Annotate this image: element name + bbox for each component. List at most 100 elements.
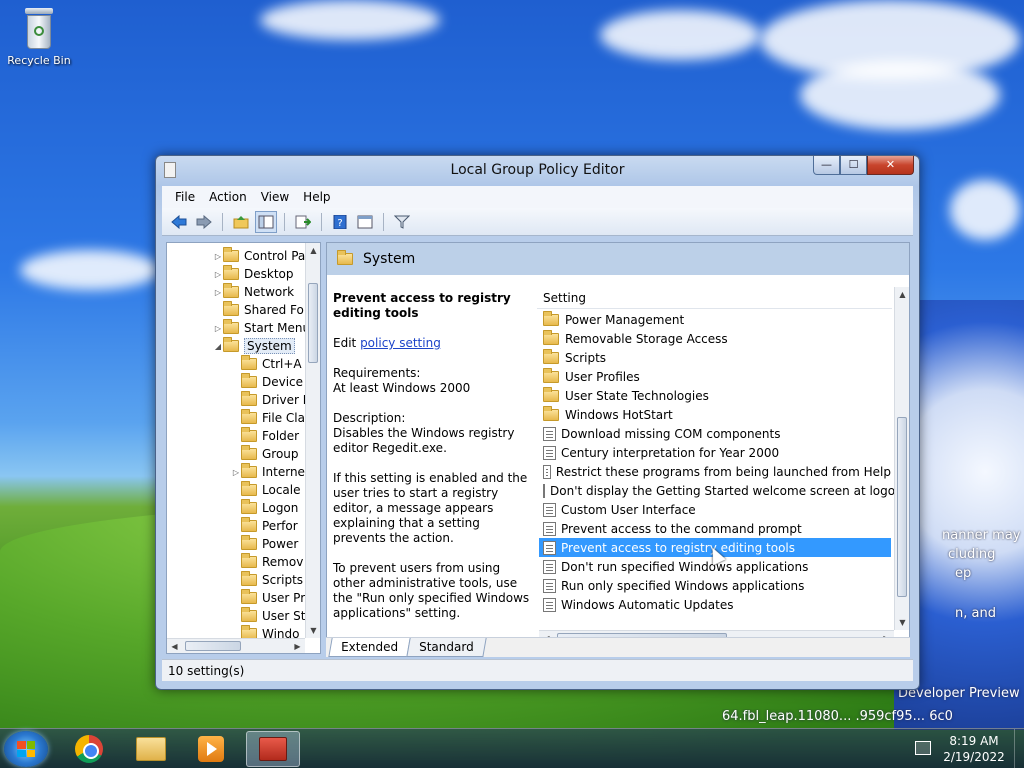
tree-item[interactable]: File Cla: [231, 409, 305, 427]
show-desktop-button[interactable]: [1014, 729, 1024, 768]
menu-help[interactable]: Help: [296, 190, 337, 204]
network-tray-icon[interactable]: [915, 741, 931, 755]
menu-view[interactable]: View: [254, 190, 296, 204]
start-button[interactable]: [4, 731, 48, 767]
policy-description: Prevent access to registry editing tools…: [333, 291, 533, 636]
tree-item[interactable]: Scripts: [231, 571, 303, 589]
tree-item[interactable]: Device: [231, 373, 303, 391]
tree-item[interactable]: Group: [231, 445, 299, 463]
list-item[interactable]: Scripts: [539, 348, 891, 367]
tree-scroll-thumb[interactable]: [308, 283, 318, 363]
tree-item-label: Interne: [262, 465, 305, 479]
tab-standard[interactable]: Standard: [406, 638, 487, 657]
filter-icon[interactable]: [391, 211, 413, 233]
tree-item[interactable]: Shared Fol: [213, 301, 307, 319]
tree-item[interactable]: Logon: [231, 499, 298, 517]
tree-expander-icon[interactable]: ◢: [213, 342, 223, 351]
menu-file[interactable]: File: [168, 190, 202, 204]
taskbar-media-player[interactable]: [184, 731, 238, 767]
close-button[interactable]: ✕: [867, 156, 914, 175]
tree-vertical-scrollbar[interactable]: ▲ ▼: [305, 243, 320, 638]
tree-expander-icon[interactable]: ▷: [213, 288, 223, 297]
export-list-icon[interactable]: [292, 211, 314, 233]
policy-setting-link[interactable]: policy setting: [360, 336, 441, 350]
list-item[interactable]: Restrict these programs from being launc…: [539, 462, 891, 481]
list-scroll-thumb[interactable]: [897, 417, 907, 597]
tree-item-label: Group: [262, 447, 299, 461]
taskbar-explorer[interactable]: [124, 731, 178, 767]
tree-expander-icon[interactable]: ▷: [213, 324, 223, 333]
list-item-label: Prevent access to the command prompt: [561, 521, 802, 536]
help-icon[interactable]: ?: [329, 211, 351, 233]
maximize-button[interactable]: ☐: [840, 156, 867, 175]
list-item[interactable]: Power Management: [539, 310, 891, 329]
back-arrow-icon[interactable]: [168, 211, 190, 233]
navigation-tree[interactable]: ▷ Control Pa ▷ Desktop ▷ Network Shared Fol ▷ St…: [166, 242, 321, 654]
menu-action[interactable]: Action: [202, 190, 254, 204]
up-folder-icon[interactable]: [230, 211, 252, 233]
tree-item[interactable]: ▷ Control Pa: [213, 247, 305, 265]
tree-item[interactable]: ▷ Network: [213, 283, 294, 301]
list-vertical-scrollbar[interactable]: ▲ ▼: [894, 287, 909, 630]
tree-hscroll-thumb[interactable]: [185, 641, 241, 651]
scroll-down-arrow-icon[interactable]: ▼: [306, 623, 320, 638]
tree-item[interactable]: Power: [231, 535, 298, 553]
tree-item[interactable]: ▷ Start Menu: [213, 319, 310, 337]
list-item[interactable]: Century interpretation for Year 2000: [539, 443, 891, 462]
minimize-button[interactable]: —: [813, 156, 840, 175]
system-clock[interactable]: 8:19 AM 2/19/2022: [934, 733, 1014, 765]
scroll-up-arrow-icon[interactable]: ▲: [306, 243, 320, 258]
details-pane: System Prevent access to registry editin…: [326, 242, 910, 654]
settings-list[interactable]: Setting Power Management Removable Storag…: [537, 287, 909, 623]
list-scroll-down-arrow-icon[interactable]: ▼: [895, 615, 909, 630]
tree-item[interactable]: Driver I: [231, 391, 306, 409]
list-item[interactable]: Removable Storage Access: [539, 329, 891, 348]
tree-item-label: Network: [244, 285, 295, 299]
tree-item[interactable]: User St: [231, 607, 306, 625]
taskbar-chrome[interactable]: [62, 731, 116, 767]
title-bar[interactable]: Local Group Policy Editor — ☐ ✕: [156, 156, 919, 186]
tree-item[interactable]: Folder: [231, 427, 299, 445]
recycle-bin-shortcut[interactable]: Recycle Bin: [4, 8, 74, 67]
tree-item[interactable]: Perfor: [231, 517, 298, 535]
column-header-setting[interactable]: Setting: [537, 287, 892, 309]
list-item[interactable]: Don't display the Getting Started welcom…: [539, 481, 903, 500]
media-player-icon: [198, 736, 224, 762]
tree-item[interactable]: Locale: [231, 481, 300, 499]
folder-icon: [241, 445, 257, 460]
list-item[interactable]: Custom User Interface: [539, 500, 891, 519]
forward-arrow-icon[interactable]: [193, 211, 215, 233]
tree-horizontal-scrollbar[interactable]: ◀ ▶: [167, 638, 305, 653]
tree-expander-icon[interactable]: ▷: [213, 252, 223, 261]
description-paragraph-2: If this setting is enabled and the user …: [333, 471, 528, 545]
scroll-left-arrow-icon[interactable]: ◀: [167, 639, 182, 653]
list-item-label: User State Technologies: [565, 388, 709, 403]
tree-item[interactable]: ◢ System: [213, 337, 295, 355]
svg-text:?: ?: [337, 218, 342, 229]
list-item[interactable]: Windows HotStart: [539, 405, 891, 424]
list-scroll-up-arrow-icon[interactable]: ▲: [895, 287, 909, 302]
view-tabs: Extended Standard: [326, 637, 910, 657]
policy-setting-icon: [543, 578, 556, 593]
tab-extended[interactable]: Extended: [328, 638, 411, 657]
list-item[interactable]: Prevent access to the command prompt: [539, 519, 891, 538]
tree-expander-icon[interactable]: ▷: [231, 468, 241, 477]
tree-item[interactable]: ▷ Desktop: [213, 265, 294, 283]
list-item[interactable]: User State Technologies: [539, 386, 891, 405]
scroll-right-arrow-icon[interactable]: ▶: [290, 639, 305, 653]
tree-item-label: Folder: [262, 429, 300, 443]
properties-icon[interactable]: [354, 211, 376, 233]
list-item[interactable]: Windows Automatic Updates: [539, 595, 891, 614]
folder-icon: [241, 481, 257, 496]
list-item[interactable]: Run only specified Windows applications: [539, 576, 891, 595]
list-item[interactable]: User Profiles: [539, 367, 891, 386]
list-item[interactable]: Download missing COM components: [539, 424, 891, 443]
tree-item[interactable]: ▷ Interne: [231, 463, 305, 481]
taskbar-group-policy[interactable]: [246, 731, 300, 767]
show-hide-tree-icon[interactable]: [255, 210, 277, 233]
list-item-label: Custom User Interface: [561, 502, 696, 517]
tree-item[interactable]: Remov: [231, 553, 303, 571]
tree-expander-icon[interactable]: ▷: [213, 270, 223, 279]
tree-item[interactable]: User Pr: [231, 589, 305, 607]
tree-item[interactable]: Ctrl+A: [231, 355, 302, 373]
